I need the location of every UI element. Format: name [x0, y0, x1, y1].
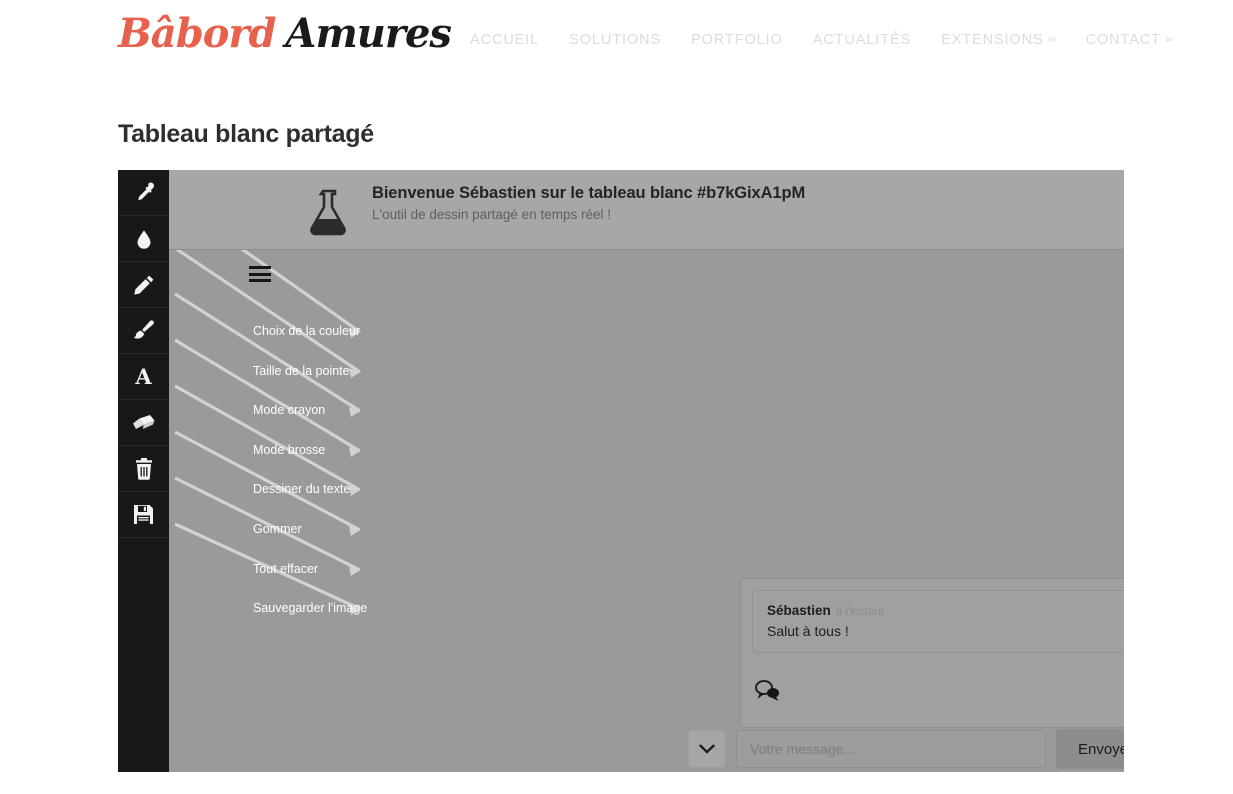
tool-brush-mode[interactable]	[118, 308, 169, 354]
tool-save-image[interactable]	[118, 492, 169, 538]
nav-item-portfolio[interactable]: PORTFOLIO	[676, 32, 798, 48]
whiteboard-app: Choix de la couleur Taille de la pointe …	[118, 170, 1124, 772]
droplet-icon	[137, 230, 150, 249]
text-a-icon: A	[135, 364, 152, 389]
main-navigation: ACCUEIL SOLUTIONS PORTFOLIO ACTUALITÉS E…	[455, 32, 1188, 48]
nav-label: ACTUALITÉS	[812, 32, 912, 48]
hamburger-bar	[249, 272, 271, 276]
annotation-label-save-image: Sauvegarder l'image	[253, 601, 368, 615]
whiteboard-app-frame: Choix de la couleur Taille de la pointe …	[118, 170, 1124, 772]
tool-clear-all[interactable]	[118, 446, 169, 492]
trash-icon	[135, 458, 152, 480]
chat-bubbles-icon	[755, 680, 779, 701]
chevron-down-icon: »	[1164, 34, 1175, 46]
chat-send-button[interactable]: Envoyer	[1056, 729, 1124, 769]
eraser-icon	[132, 414, 154, 429]
chat-expand-button[interactable]	[688, 730, 726, 768]
whiteboard-header-text: Bienvenue Sébastien sur le tableau blanc…	[372, 184, 805, 222]
pencil-icon	[133, 275, 153, 295]
chevron-down-icon	[699, 744, 715, 754]
floppy-save-icon	[134, 505, 153, 524]
annotation-label-tip-size: Taille de la pointe	[253, 364, 350, 378]
hamburger-bar	[249, 279, 271, 282]
chat-message-time: à l'instant	[835, 606, 885, 618]
nav-label: CONTACT	[1085, 32, 1161, 48]
site-header: Bâbord Amures ACCUEIL SOLUTIONS PORTFOLIO…	[0, 0, 1233, 88]
nav-label: EXTENSIONS	[941, 32, 1044, 48]
chat-message-input[interactable]	[736, 730, 1046, 768]
chat-message-author: Sébastien	[767, 603, 831, 618]
nav-item-solutions[interactable]: SOLUTIONS	[554, 32, 676, 48]
tool-eraser[interactable]	[118, 400, 169, 446]
nav-item-contact[interactable]: CONTACT »	[1071, 32, 1188, 48]
tool-pencil-mode[interactable]	[118, 262, 169, 308]
site-logo[interactable]: Bâbord Amures	[118, 10, 452, 57]
tool-tip-size[interactable]	[118, 216, 169, 262]
whiteboard-welcome-title: Bienvenue Sébastien sur le tableau blanc…	[372, 184, 806, 202]
logo-text-secondary: Amures	[285, 10, 451, 57]
tool-color-picker[interactable]	[118, 170, 169, 216]
whiteboard-header: Bienvenue Sébastien sur le tableau blanc…	[169, 170, 1124, 250]
nav-item-actualites[interactable]: ACTUALITÉS	[798, 32, 926, 48]
chat-message-text: Salut à tous !	[767, 623, 849, 639]
annotation-label-brush-mode: Mode brosse	[253, 443, 326, 457]
hamburger-icon[interactable]	[249, 266, 271, 282]
annotation-label-draw-text: Dessiner du texte	[253, 482, 351, 496]
logo-text-primary: Bâbord	[118, 10, 276, 57]
paintbrush-icon	[133, 319, 154, 339]
nav-label: SOLUTIONS	[569, 32, 662, 48]
eyedropper-icon	[137, 182, 154, 200]
page-title: Tableau blanc partagé	[118, 120, 374, 148]
chat-input-bar: Envoyer	[688, 726, 1124, 772]
chevron-down-icon: »	[1047, 34, 1057, 46]
whiteboard-toolbar: A	[118, 170, 169, 772]
nav-label: ACCUEIL	[470, 32, 540, 48]
nav-label: PORTFOLIO	[691, 32, 783, 48]
annotation-label-pencil-mode: Mode crayon	[253, 403, 326, 417]
annotation-label-clear-all: Tout effacer	[253, 562, 319, 576]
annotation-label-erase: Gommer	[253, 522, 302, 536]
nav-item-accueil[interactable]: ACCUEIL	[455, 32, 554, 48]
flask-icon	[310, 189, 346, 236]
tool-draw-text[interactable]: A	[118, 354, 169, 400]
whiteboard-subtitle: L'outil de dessin partagé en temps réel …	[372, 207, 611, 222]
hamburger-bar	[249, 266, 271, 269]
chat-panel: Sébastien à l'instant Salut à tous !	[740, 578, 1124, 728]
annotation-label-color-picker: Choix de la couleur	[253, 324, 361, 338]
chat-message: Sébastien à l'instant Salut à tous !	[752, 590, 1124, 653]
nav-item-extensions[interactable]: EXTENSIONS »	[926, 32, 1071, 48]
